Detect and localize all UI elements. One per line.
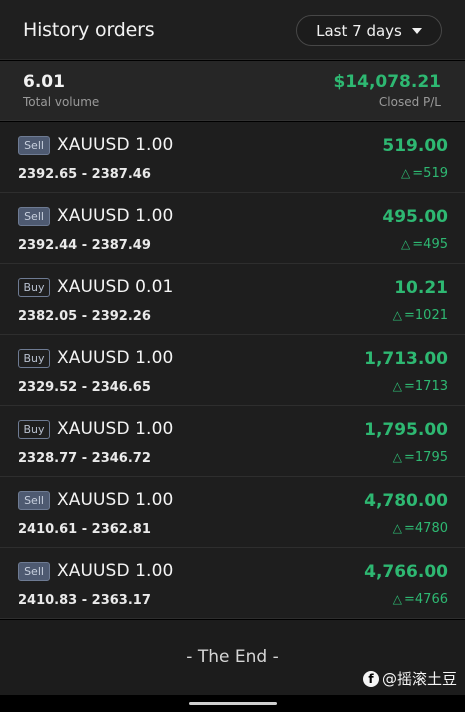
order-symbol: XAUUSD 1.00 <box>57 561 174 581</box>
order-delta-value: =519 <box>412 166 448 181</box>
order-delta-value: =1021 <box>404 308 448 323</box>
order-delta-value: =4780 <box>404 521 448 536</box>
order-delta-value: =495 <box>412 237 448 252</box>
order-delta: △ =1795 <box>393 450 448 465</box>
order-prices: 2392.44 - 2387.49 <box>18 238 151 253</box>
order-prices: 2410.83 - 2363.17 <box>18 593 151 608</box>
order-delta: △ =4780 <box>393 521 448 536</box>
closed-pl-label: Closed P/L <box>378 95 441 109</box>
order-delta: △ =4766 <box>393 592 448 607</box>
closed-pl-value: $14,078.21 <box>333 72 441 92</box>
order-side-badge: Sell <box>18 562 50 581</box>
order-row[interactable]: Sell XAUUSD 1.00 2392.65 - 2387.46 519.0… <box>0 122 465 193</box>
orders-list: Sell XAUUSD 1.00 2392.65 - 2387.46 519.0… <box>0 122 465 619</box>
order-profit: 4,766.00 <box>364 562 448 582</box>
home-indicator-bar[interactable] <box>189 702 277 705</box>
order-symbol: XAUUSD 1.00 <box>57 348 174 368</box>
triangle-icon: △ <box>392 308 403 322</box>
summary-bar: 6.01 Total volume $14,078.21 Closed P/L <box>0 61 465 121</box>
order-delta-value: =1795 <box>404 450 448 465</box>
order-prices: 2328.77 - 2346.72 <box>18 451 151 466</box>
order-symbol: XAUUSD 1.00 <box>57 206 174 226</box>
order-side-badge: Buy <box>18 349 50 368</box>
order-prices: 2410.61 - 2362.81 <box>18 522 151 537</box>
order-delta: △ =1021 <box>393 308 448 323</box>
order-symbol: XAUUSD 1.00 <box>57 419 174 439</box>
triangle-icon: △ <box>401 166 411 180</box>
total-volume-label: Total volume <box>23 95 100 109</box>
date-range-label: Last 7 days <box>316 21 402 40</box>
order-profit: 495.00 <box>382 207 448 227</box>
order-row[interactable]: Sell XAUUSD 1.00 2410.83 - 2363.17 4,766… <box>0 548 465 619</box>
order-prices: 2392.65 - 2387.46 <box>18 167 151 182</box>
order-row[interactable]: Buy XAUUSD 1.00 2329.52 - 2346.65 1,713.… <box>0 335 465 406</box>
watermark: f @摇滚土豆 <box>362 668 457 689</box>
order-profit: 519.00 <box>382 136 448 156</box>
order-row[interactable]: Sell XAUUSD 1.00 2392.44 - 2387.49 495.0… <box>0 193 465 264</box>
order-delta-value: =4766 <box>404 592 448 607</box>
order-row[interactable]: Sell XAUUSD 1.00 2410.61 - 2362.81 4,780… <box>0 477 465 548</box>
order-delta: △ =495 <box>401 237 448 252</box>
order-delta-value: =1713 <box>404 379 448 394</box>
end-of-list-text: - The End - <box>186 647 279 667</box>
order-profit: 4,780.00 <box>364 491 448 511</box>
triangle-icon: △ <box>392 592 403 606</box>
order-symbol: XAUUSD 0.01 <box>57 277 174 297</box>
watermark-text: @摇滚土豆 <box>381 670 457 688</box>
order-row[interactable]: Buy XAUUSD 1.00 2328.77 - 2346.72 1,795.… <box>0 406 465 477</box>
triangle-icon: △ <box>392 379 403 393</box>
order-profit: 10.21 <box>394 278 448 298</box>
order-symbol: XAUUSD 1.00 <box>57 135 174 155</box>
order-side-badge: Sell <box>18 491 50 510</box>
order-side-badge: Sell <box>18 207 50 226</box>
date-range-dropdown[interactable]: Last 7 days <box>296 15 442 46</box>
triangle-icon: △ <box>392 450 403 464</box>
triangle-icon: △ <box>392 521 403 535</box>
order-row[interactable]: Buy XAUUSD 0.01 2382.05 - 2392.26 10.21 … <box>0 264 465 335</box>
order-profit: 1,795.00 <box>364 420 448 440</box>
order-delta: △ =519 <box>401 166 448 181</box>
order-side-badge: Buy <box>18 420 50 439</box>
total-volume-value: 6.01 <box>23 72 65 92</box>
order-prices: 2382.05 - 2392.26 <box>18 309 151 324</box>
order-prices: 2329.52 - 2346.65 <box>18 380 151 395</box>
triangle-icon: △ <box>401 237 411 251</box>
app-header: History orders Last 7 days <box>0 0 465 60</box>
platform-logo-icon: f <box>362 670 379 687</box>
chevron-down-icon <box>411 27 422 34</box>
order-profit: 1,713.00 <box>364 349 448 369</box>
order-symbol: XAUUSD 1.00 <box>57 490 174 510</box>
order-side-badge: Sell <box>18 136 50 155</box>
order-delta: △ =1713 <box>393 379 448 394</box>
page-title: History orders <box>23 19 155 41</box>
order-side-badge: Buy <box>18 278 50 297</box>
